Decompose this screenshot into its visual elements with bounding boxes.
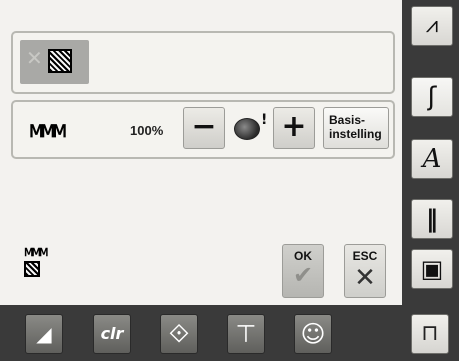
crosshatch-small-icon: [24, 261, 40, 277]
personal-program-button[interactable]: ☺: [294, 314, 332, 354]
crosshatch-pattern-icon: [48, 49, 72, 73]
main-panel: ✕ ⅯⅯⅯ 100% − ! + Basis- instelling ⅯⅯⅯ O…: [0, 0, 402, 305]
machine-settings-button[interactable]: ⊓: [411, 314, 449, 354]
side-button-quilt[interactable]: ▣: [411, 249, 453, 289]
stitch-pattern-button[interactable]: ✕: [20, 40, 89, 84]
stitch-width-panel: ⅯⅯⅯ 100% − ! + Basis- instelling: [11, 100, 395, 159]
bottom-toolbar: ◢ clr ⟐ ⊤ ☺ ⊓: [0, 305, 459, 361]
decrease-button[interactable]: −: [183, 107, 225, 149]
combi-mode-button[interactable]: ⟐: [160, 314, 198, 354]
zigzag-vertical-icon: ⩘: [425, 13, 439, 38]
close-icon: ✕: [354, 262, 376, 292]
italic-a-icon: A: [422, 144, 442, 174]
smiley-icon: ☺: [300, 320, 326, 348]
needle-position-icon: ◢: [36, 322, 52, 346]
zigzag-stitch-icon: ⅯⅯⅯ: [29, 122, 67, 142]
side-button-wave[interactable]: ʃ: [411, 77, 453, 117]
reset-mark: !: [261, 112, 268, 128]
esc-button[interactable]: ESC ✕: [344, 244, 386, 298]
width-value: 100%: [130, 123, 164, 138]
text-frame-icon: ⊤: [235, 320, 257, 348]
basic-setting-button[interactable]: Basis- instelling: [323, 107, 389, 149]
machine-icon: ⊓: [421, 321, 439, 346]
clear-button[interactable]: clr: [93, 314, 131, 354]
ok-label: OK: [294, 249, 312, 263]
wave-stitch-icon: ʃ: [427, 82, 437, 112]
side-button-buttonhole[interactable]: ‖: [411, 199, 453, 239]
needle-position-button[interactable]: ◢: [25, 314, 63, 354]
stitch-pattern-panel: ✕: [11, 31, 395, 94]
combi-mode-icon: ⟐: [168, 319, 190, 349]
text-frame-button[interactable]: ⊤: [227, 314, 265, 354]
sewing-screen: ✕ ⅯⅯⅯ 100% − ! + Basis- instelling ⅯⅯⅯ O…: [0, 0, 459, 361]
cross-mark-icon: ✕: [26, 46, 43, 70]
clear-icon: clr: [100, 324, 124, 343]
basis-label-line2: instelling: [329, 127, 382, 141]
basis-label-line1: Basis-: [329, 113, 366, 127]
side-toolbar: ⩘ ʃ A ‖ ▣: [402, 0, 459, 305]
zigzag-small-icon: ⅯⅯⅯ: [24, 246, 48, 259]
vertical-bar-icon: ‖: [426, 205, 438, 233]
stitch-summary-icon: ⅯⅯⅯ: [24, 246, 48, 283]
side-button-alphabet[interactable]: A: [411, 139, 453, 179]
increase-button[interactable]: +: [273, 107, 315, 149]
checkmark-icon: ✔: [292, 262, 314, 289]
frame-square-icon: ▣: [420, 255, 444, 283]
esc-label: ESC: [352, 249, 378, 263]
rotate-reset-icon[interactable]: [234, 118, 260, 140]
ok-button[interactable]: OK ✔: [282, 244, 324, 298]
side-button-zigzag[interactable]: ⩘: [411, 6, 453, 46]
